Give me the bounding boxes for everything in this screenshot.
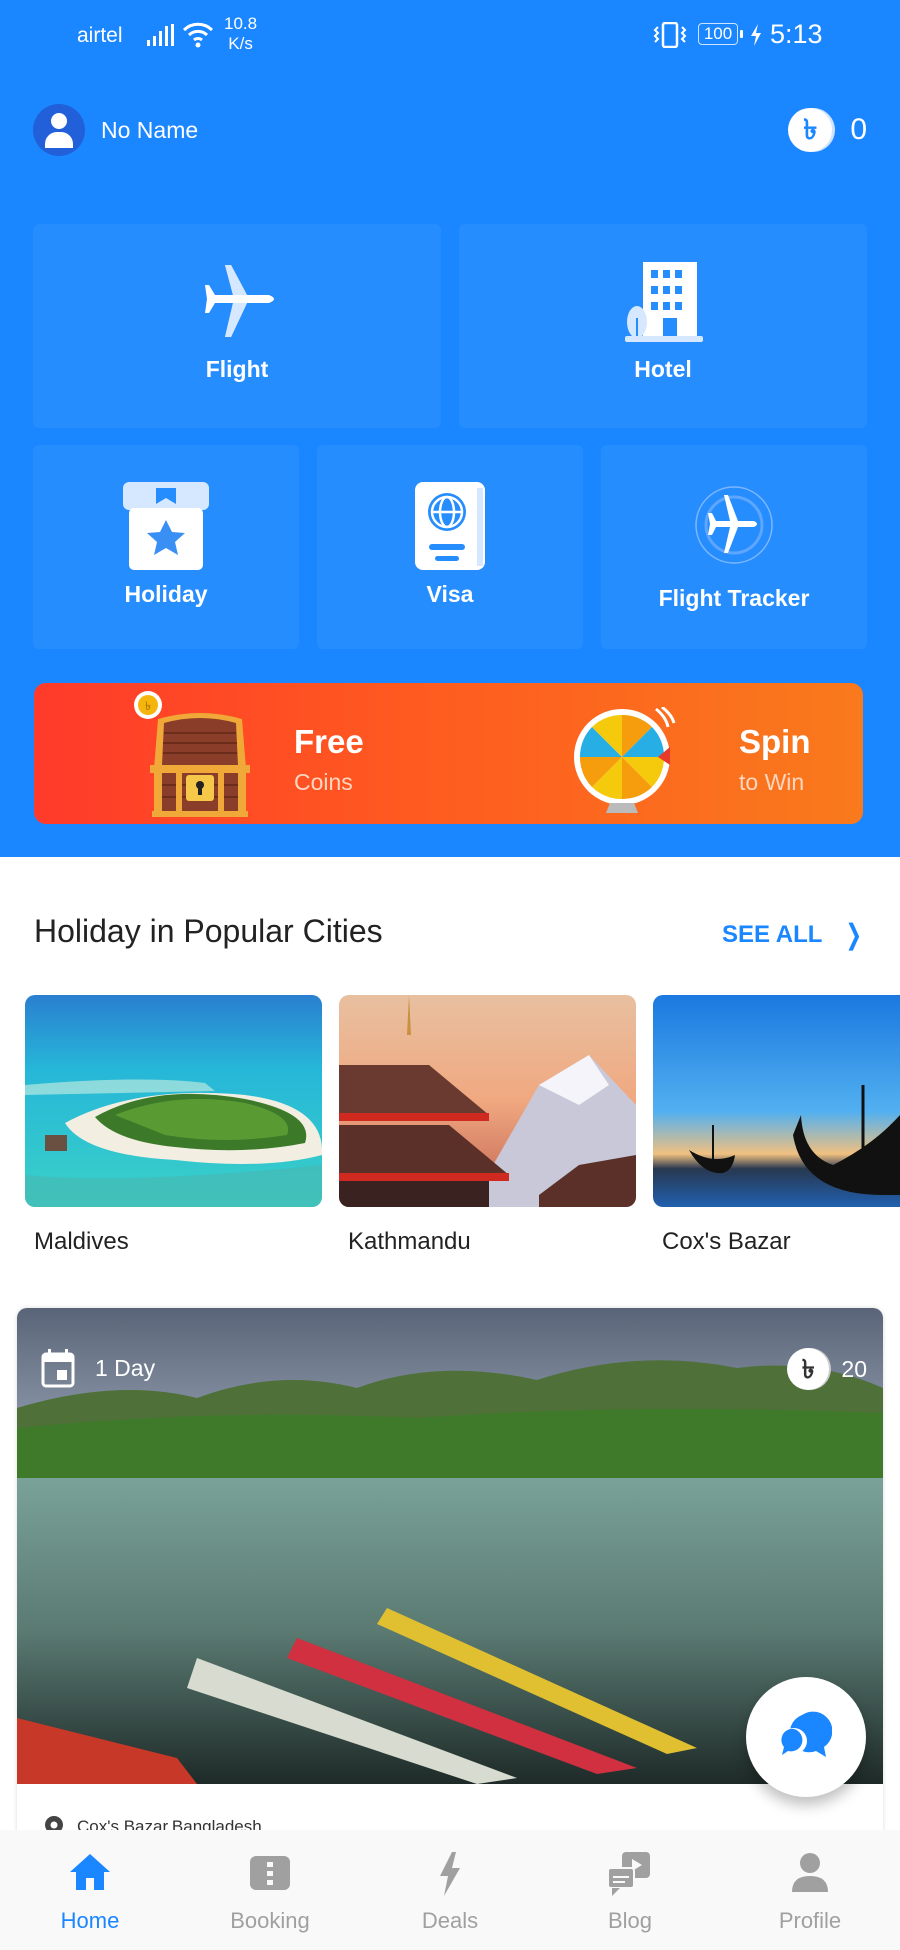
nav-blog[interactable]: Blog (540, 1830, 720, 1950)
coin-balance[interactable]: ৳ 0 (788, 108, 867, 152)
chat-bubbles-icon (781, 1711, 832, 1757)
duration-text: 1 Day (95, 1354, 156, 1381)
spin-to-win-promo[interactable]: Spin to Win (448, 683, 863, 824)
header: airtel 10.8 K/s 100 5:13 No Name ৳ 0 Flig… (0, 0, 900, 857)
user-name[interactable]: No Name (101, 117, 198, 144)
maldives-image (25, 995, 322, 1207)
service-flight-tracker[interactable]: Flight Tracker (601, 445, 867, 649)
passport-icon (415, 482, 485, 570)
service-label: Holiday (124, 581, 208, 607)
treasure-chest-icon: ৳ (134, 691, 250, 817)
service-label: Visa (426, 581, 474, 607)
charging-icon (751, 24, 761, 46)
chevron-right-icon: ❯ (845, 919, 863, 950)
airplane-icon (205, 265, 274, 337)
nav-home[interactable]: Home (0, 1830, 180, 1950)
see-all-label: SEE ALL (722, 920, 823, 948)
avatar[interactable] (33, 104, 85, 156)
holiday-ticket-icon (123, 482, 209, 570)
kathmandu-image (339, 995, 636, 1207)
price-value: 20 (841, 1355, 867, 1382)
city-name: Kathmandu (348, 1228, 471, 1255)
status-bar: airtel 10.8 K/s 100 5:13 (0, 0, 900, 70)
service-label: Flight Tracker (658, 585, 810, 611)
city-name: Cox's Bazar (662, 1228, 791, 1255)
hotel-building-icon (625, 262, 703, 342)
nav-label: Home (60, 1908, 120, 1933)
coin-balance-value: 0 (850, 113, 867, 146)
chat-fab-button[interactable] (746, 1677, 866, 1797)
bottom-navigation: Home Booking Deals Blog Profile (0, 1830, 900, 1950)
flight-tracker-icon (695, 486, 773, 564)
vibrate-icon (653, 22, 687, 48)
clock: 5:13 (770, 19, 823, 49)
city-name: Maldives (34, 1228, 129, 1255)
nav-profile[interactable]: Profile (720, 1830, 900, 1950)
nav-deals[interactable]: Deals (360, 1830, 540, 1950)
spin-wheel-icon (574, 707, 676, 813)
person-icon (792, 1853, 828, 1892)
blog-icon (607, 1852, 650, 1896)
taka-coin-icon: ৳ (787, 1348, 830, 1390)
price-badge: ৳ 20 (787, 1348, 867, 1390)
free-coins-title: Free (294, 723, 364, 760)
nav-booking[interactable]: Booking (180, 1830, 360, 1950)
free-coins-subtitle: Coins (294, 769, 353, 795)
network-speed: 10.8 K/s (224, 14, 258, 53)
section-title: Holiday in Popular Cities (34, 913, 383, 949)
city-card-coxs-bazar[interactable] (653, 995, 900, 1207)
lightning-icon (440, 1852, 460, 1896)
calendar-icon (41, 1349, 75, 1388)
free-coins-promo[interactable]: ৳ Free Coins (34, 683, 448, 824)
spin-subtitle: to Win (739, 769, 805, 795)
service-label: Hotel (634, 356, 692, 382)
city-card-kathmandu[interactable] (339, 995, 636, 1207)
service-hotel[interactable]: Hotel (459, 224, 867, 428)
spin-title: Spin (739, 723, 811, 760)
battery-indicator: 100 (698, 23, 743, 45)
svg-text:৳: ৳ (145, 699, 151, 713)
city-card-maldives[interactable] (25, 995, 322, 1207)
service-flight[interactable]: Flight (33, 224, 441, 428)
user-profile[interactable]: No Name (33, 104, 198, 156)
nav-label: Profile (778, 1908, 842, 1933)
home-icon (70, 1854, 110, 1890)
service-visa[interactable]: Visa (317, 445, 583, 649)
nav-label: Deals (421, 1908, 479, 1933)
wifi-icon (182, 22, 214, 48)
service-label: Flight (205, 356, 269, 382)
service-holiday[interactable]: Holiday (33, 445, 299, 649)
nav-label: Booking (230, 1908, 310, 1933)
ticket-icon (250, 1856, 290, 1890)
carrier-name: airtel (77, 24, 123, 47)
see-all-button[interactable]: SEE ALL ❯ (722, 918, 866, 951)
nav-label: Blog (607, 1908, 653, 1933)
promo-banner[interactable]: ৳ Free Coins Spin to Win (34, 683, 863, 824)
taka-coin-icon: ৳ (788, 108, 833, 152)
signal-icon (147, 24, 174, 46)
coxs-bazar-image (653, 995, 900, 1207)
duration-badge: 1 Day (41, 1348, 155, 1388)
